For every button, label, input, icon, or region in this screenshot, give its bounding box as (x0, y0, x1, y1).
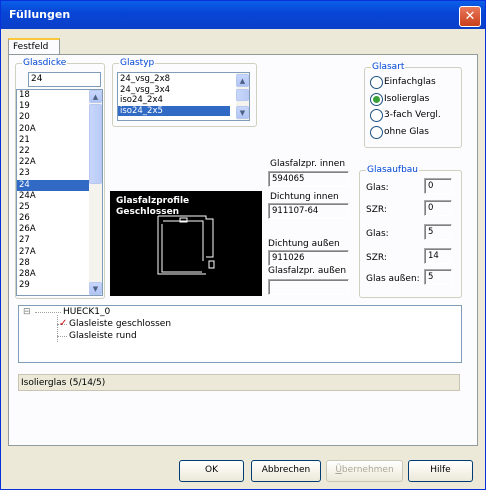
glasaufbau-row-label: Glas außen: (366, 274, 420, 284)
glasaufbau-row-label: SZR: (366, 253, 387, 263)
glastyp-item[interactable]: 24_vsg_2x8 (118, 74, 230, 85)
glastyp-item[interactable]: iso24_2x4 (118, 95, 230, 106)
glasdicke-input[interactable]: 24 (28, 72, 101, 87)
glastyp-scrollbar[interactable]: ▲ ▼ (236, 73, 249, 120)
title-bar[interactable]: Füllungen ✕ (1, 1, 485, 29)
glasfalzpr-innen-label: Glasfalzpr. innen (270, 159, 346, 169)
status-bar: Isolierglas (5/14/5) (18, 374, 460, 391)
glasfalzpr-aussen-field (268, 279, 349, 295)
apply-mnemonic: Ü (335, 465, 342, 475)
tree-item[interactable]: Glasleiste geschlossen (69, 319, 171, 329)
tree-item[interactable]: Glasleiste rund (69, 331, 137, 341)
scroll-down-icon[interactable]: ▼ (89, 282, 102, 295)
scroll-down-icon[interactable]: ▼ (236, 106, 249, 119)
dichtung-innen-field: 911107-64 (268, 203, 349, 219)
cancel-button[interactable]: Abbrechen (251, 460, 321, 482)
glasart-option-label[interactable]: 3-fach Vergl. (384, 110, 441, 120)
profile-drawing (157, 215, 215, 275)
scroll-up-icon[interactable]: ▲ (236, 74, 249, 87)
glasart-radio[interactable] (370, 125, 383, 139)
apply-button[interactable]: Übernehmen (326, 460, 403, 482)
scroll-thumb[interactable] (236, 89, 249, 101)
help-button[interactable]: Hilfe (408, 460, 473, 482)
window-title: Füllungen (9, 8, 71, 21)
glasaufbau-row-label: Glas: (366, 183, 389, 193)
tree-root-connector (35, 312, 61, 313)
glasaufbau-row-value: 0 (424, 178, 452, 194)
tree-vertical-connector (57, 315, 58, 342)
dichtung-aussen-label: Dichtung außen (268, 239, 340, 249)
glasaufbau-row-value: 5 (424, 224, 452, 240)
glastyp-item[interactable]: iso24_2x5 (118, 105, 230, 116)
ok-button[interactable]: OK (179, 460, 244, 482)
tree-connector (57, 336, 67, 337)
checkmark-icon: ✓ (59, 318, 68, 329)
glasaufbau-label: Glasaufbau (366, 164, 419, 176)
glasdicke-list[interactable]: 18 19 20 20A 21 22 22A 23 24 24A 25 26 26A 27 27A 28 28A… (16, 89, 103, 296)
glastyp-item[interactable]: 24_vsg_3x4 (118, 85, 230, 96)
glasaufbau-row-label: Glas: (366, 229, 389, 239)
glasfalzpr-innen-field: 594065 (268, 171, 349, 187)
scroll-up-icon[interactable]: ▲ (89, 90, 102, 103)
glasart-option-label[interactable]: Isolierglas (384, 94, 429, 104)
glasaufbau-row-value: 0 (424, 200, 452, 216)
close-button[interactable]: ✕ (459, 6, 481, 27)
glastyp-label: Glastyp (119, 57, 156, 69)
glasart-option-label[interactable]: ohne Glas (384, 127, 429, 137)
dichtung-innen-label: Dichtung innen (270, 192, 339, 202)
glasaufbau-row-value: 5 (424, 269, 452, 285)
apply-label: bernehmen (341, 465, 394, 475)
tree-root[interactable]: HUECK1_0 (63, 307, 110, 317)
glastyp-list[interactable]: 24_vsg_2x8 24_vsg_3x4 iso24_2x4 iso24_2x5 ▲… (117, 72, 250, 121)
glasaufbau-row-label: SZR: (366, 205, 387, 215)
glasart-radio[interactable] (370, 76, 383, 89)
glasart-option-label[interactable]: Einfachglas (384, 77, 436, 87)
dichtung-aussen-field: 911026 (268, 250, 349, 266)
glasfalzpr-aussen-label: Glasfalzpr. außen (268, 266, 347, 276)
profile-tree[interactable]: ⊟ HUECK1_0 ✓ Glasleiste geschlossen Glasle… (18, 305, 462, 363)
glasaufbau-row-value: 14 (424, 248, 452, 264)
scroll-thumb[interactable] (89, 104, 102, 184)
tree-expander-icon[interactable]: ⊟ (23, 307, 31, 317)
glasart-radio[interactable] (370, 109, 383, 122)
glasdicke-scrollbar[interactable]: ▲ ▼ (89, 90, 102, 295)
glasart-radio[interactable] (370, 92, 383, 106)
glasdicke-label: Glasdicke (22, 57, 68, 69)
glasart-label: Glasart (371, 61, 406, 73)
profile-preview: Glasfalzprofile Geschlossen (110, 191, 262, 296)
